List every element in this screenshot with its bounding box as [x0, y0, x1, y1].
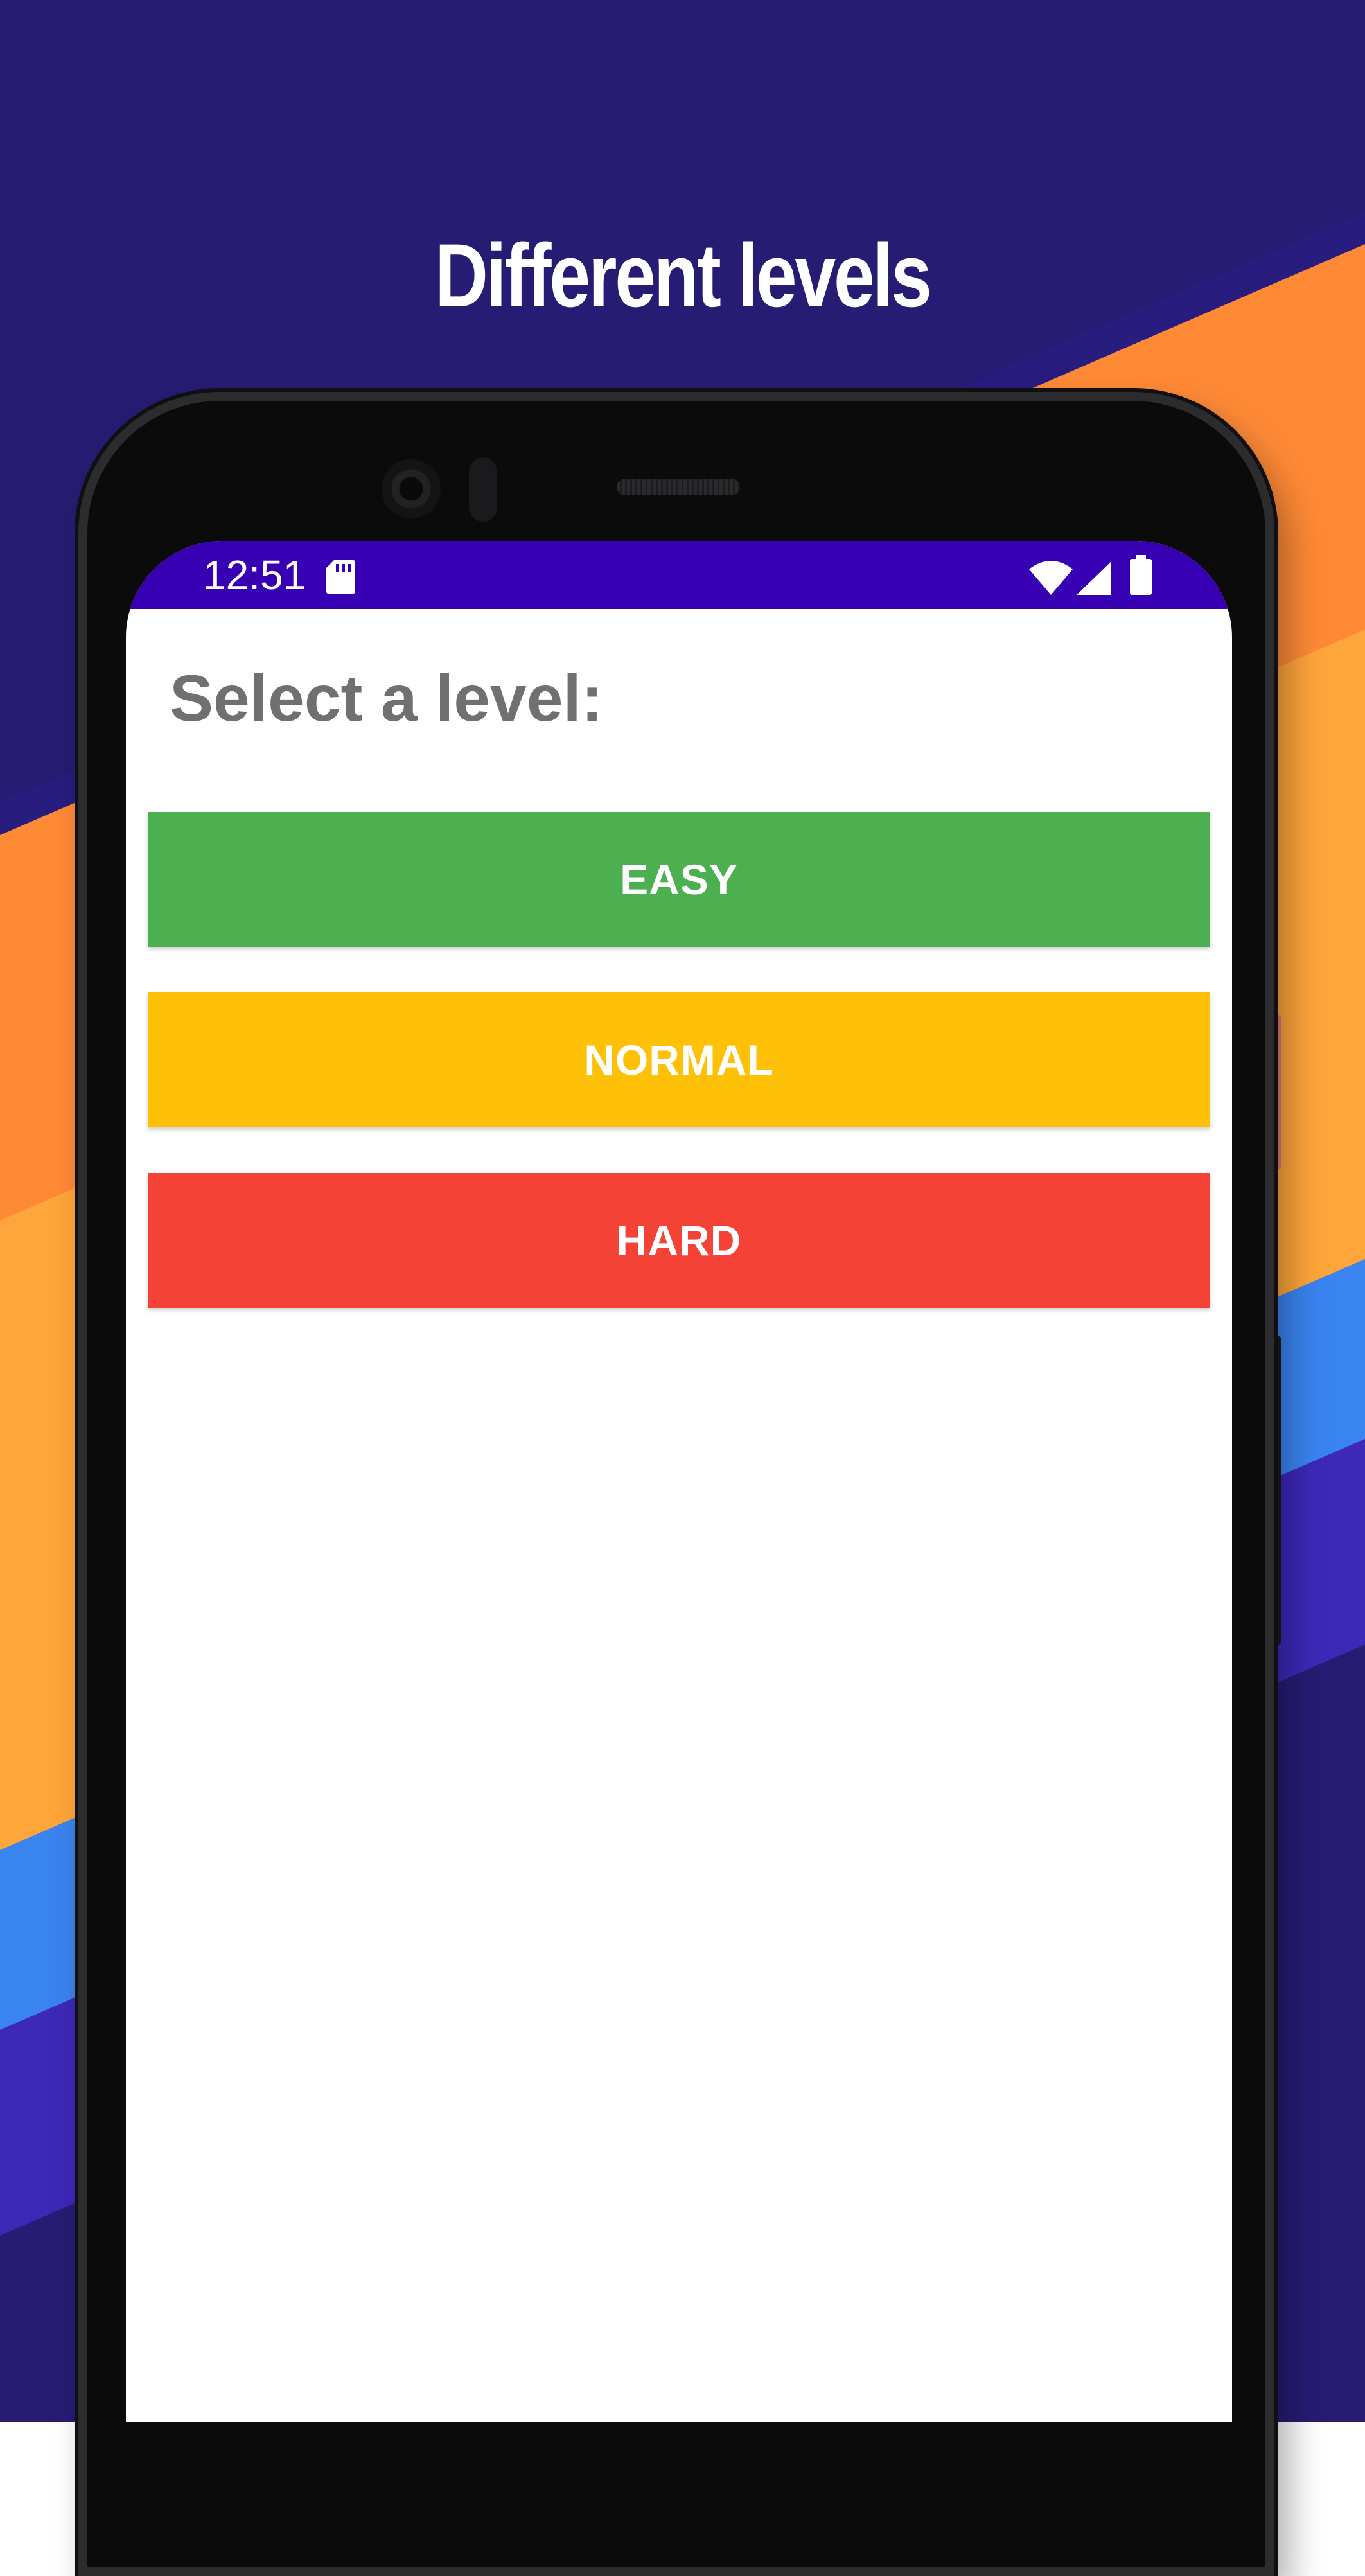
hard-level-button[interactable]: HARD: [148, 1173, 1210, 1308]
earpiece-speaker: [617, 479, 740, 495]
battery-icon: [1130, 555, 1152, 595]
status-bar: 12:51: [126, 541, 1232, 609]
normal-level-button[interactable]: NORMAL: [148, 992, 1210, 1127]
proximity-sensor: [469, 457, 497, 522]
status-time: 12:51: [203, 552, 306, 598]
sd-card-icon: [326, 560, 355, 594]
cell-signal-icon: [1077, 561, 1111, 595]
wifi-icon: [1029, 561, 1073, 595]
app-screen: 12:51 Select a level: EASY NORMAL HARD: [126, 541, 1232, 2422]
easy-level-button[interactable]: EASY: [148, 812, 1210, 947]
front-camera-icon: [382, 459, 441, 518]
page-title: Select a level:: [170, 662, 603, 735]
promo-headline: Different levels: [435, 224, 932, 326]
